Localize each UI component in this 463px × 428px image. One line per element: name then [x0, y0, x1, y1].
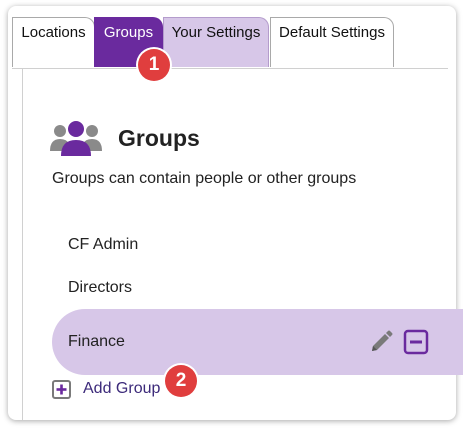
- plus-box-icon: [52, 379, 71, 399]
- tab-default-settings-label: Default Settings: [279, 24, 385, 41]
- section-description: Groups can contain people or other group…: [52, 170, 357, 187]
- tab-your-settings-label: Your Settings: [171, 24, 261, 41]
- group-name: CF Admin: [68, 236, 139, 253]
- add-group-label: Add Group: [83, 380, 161, 397]
- add-group-button[interactable]: Add Group: [52, 378, 160, 400]
- pencil-icon[interactable]: [368, 329, 394, 355]
- group-name: Finance: [68, 333, 125, 350]
- tab-locations-label: Locations: [21, 24, 86, 41]
- people-group-icon: [50, 121, 102, 156]
- content-border: [22, 69, 23, 420]
- tab-bar: Locations Groups Your Settings Default S…: [12, 17, 448, 69]
- tab-divider: [12, 68, 448, 69]
- tab-groups-label: Groups: [103, 24, 154, 41]
- group-item-finance[interactable]: Finance: [52, 309, 463, 375]
- group-name: Directors: [68, 279, 133, 296]
- tab-default-settings[interactable]: Default Settings: [270, 17, 394, 67]
- minus-box-icon[interactable]: [403, 329, 429, 355]
- group-item-directors[interactable]: Directors: [52, 267, 463, 309]
- section-title: Groups: [118, 125, 200, 151]
- group-item-cf-admin[interactable]: CF Admin: [52, 224, 463, 266]
- tab-your-settings[interactable]: Your Settings: [163, 17, 269, 67]
- callout-badge-1: 1: [138, 49, 170, 81]
- callout-badge-2: 2: [165, 365, 197, 397]
- tab-locations[interactable]: Locations: [12, 17, 95, 67]
